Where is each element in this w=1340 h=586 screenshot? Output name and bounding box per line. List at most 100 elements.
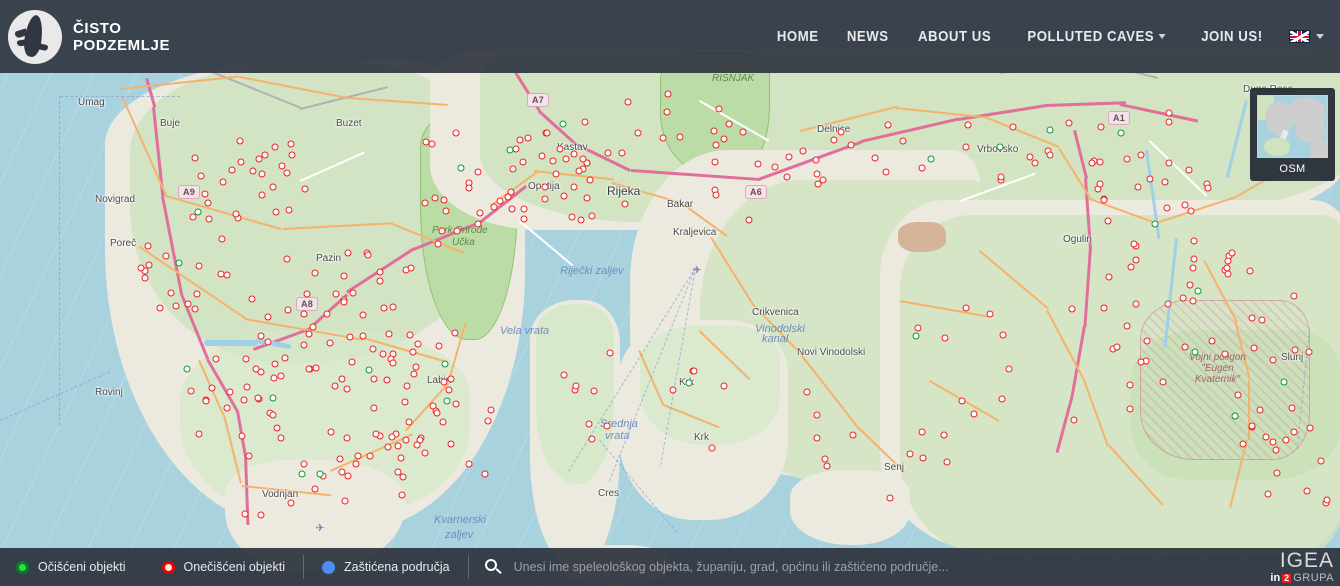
marker-polluted-cave[interactable] xyxy=(453,227,461,235)
marker-polluted-cave[interactable] xyxy=(385,330,393,338)
marker-polluted-cave[interactable] xyxy=(624,98,632,106)
marker-polluted-cave[interactable] xyxy=(277,372,285,380)
marker-polluted-cave[interactable] xyxy=(364,251,372,259)
marker-polluted-cave[interactable] xyxy=(1146,175,1154,183)
marker-polluted-cave[interactable] xyxy=(305,330,313,338)
marker-cleaned-cave[interactable] xyxy=(559,120,567,128)
marker-polluted-cave[interactable] xyxy=(257,332,265,340)
marker-polluted-cave[interactable] xyxy=(344,472,352,480)
nav-item-news[interactable]: NEWS xyxy=(847,28,889,45)
marker-polluted-cave[interactable] xyxy=(1065,119,1073,127)
marker-polluted-cave[interactable] xyxy=(238,432,246,440)
marker-polluted-cave[interactable] xyxy=(715,105,723,113)
marker-polluted-cave[interactable] xyxy=(428,140,436,148)
marker-polluted-cave[interactable] xyxy=(366,452,374,460)
nav-item-join-us[interactable]: JOIN US! xyxy=(1201,28,1262,45)
marker-polluted-cave[interactable] xyxy=(785,153,793,161)
marker-polluted-cave[interactable] xyxy=(1165,159,1173,167)
marker-polluted-cave[interactable] xyxy=(1165,109,1173,117)
marker-polluted-cave[interactable] xyxy=(1269,356,1277,364)
marker-polluted-cave[interactable] xyxy=(359,332,367,340)
marker-polluted-cave[interactable] xyxy=(1009,123,1017,131)
marker-polluted-cave[interactable] xyxy=(232,210,240,218)
nav-item-about-us[interactable]: ABOUT US xyxy=(918,28,991,45)
marker-polluted-cave[interactable] xyxy=(379,350,387,358)
marker-polluted-cave[interactable] xyxy=(191,154,199,162)
marker-cleaned-cave[interactable] xyxy=(175,259,183,267)
marker-polluted-cave[interactable] xyxy=(162,252,170,260)
marker-polluted-cave[interactable] xyxy=(1031,159,1039,167)
marker-polluted-cave[interactable] xyxy=(964,121,972,129)
marker-polluted-cave[interactable] xyxy=(287,140,295,148)
marker-polluted-cave[interactable] xyxy=(481,470,489,478)
marker-polluted-cave[interactable] xyxy=(986,310,994,318)
marker-polluted-cave[interactable] xyxy=(886,494,894,502)
marker-polluted-cave[interactable] xyxy=(1208,337,1216,345)
marker-polluted-cave[interactable] xyxy=(830,136,838,144)
marker-polluted-cave[interactable] xyxy=(184,300,192,308)
marker-polluted-cave[interactable] xyxy=(218,235,226,243)
marker-polluted-cave[interactable] xyxy=(254,394,262,402)
marker-polluted-cave[interactable] xyxy=(336,455,344,463)
marker-polluted-cave[interactable] xyxy=(370,375,378,383)
marker-polluted-cave[interactable] xyxy=(1132,256,1140,264)
marker-cleaned-cave[interactable] xyxy=(443,397,451,405)
marker-polluted-cave[interactable] xyxy=(821,455,829,463)
marker-polluted-cave[interactable] xyxy=(1204,184,1212,192)
marker-polluted-cave[interactable] xyxy=(433,409,441,417)
marker-polluted-cave[interactable] xyxy=(402,436,410,444)
marker-polluted-cave[interactable] xyxy=(958,397,966,405)
marker-polluted-cave[interactable] xyxy=(156,304,164,312)
marker-polluted-cave[interactable] xyxy=(300,310,308,318)
marker-polluted-cave[interactable] xyxy=(941,334,949,342)
marker-polluted-cave[interactable] xyxy=(145,261,153,269)
marker-polluted-cave[interactable] xyxy=(1262,433,1270,441)
marker-polluted-cave[interactable] xyxy=(465,460,473,468)
marker-polluted-cave[interactable] xyxy=(570,150,578,158)
marker-polluted-cave[interactable] xyxy=(1005,365,1013,373)
marker-polluted-cave[interactable] xyxy=(269,411,277,419)
marker-polluted-cave[interactable] xyxy=(1234,391,1242,399)
marker-polluted-cave[interactable] xyxy=(452,129,460,137)
marker-polluted-cave[interactable] xyxy=(410,370,418,378)
marker-polluted-cave[interactable] xyxy=(603,422,611,430)
marker-polluted-cave[interactable] xyxy=(326,339,334,347)
marker-polluted-cave[interactable] xyxy=(812,156,820,164)
marker-polluted-cave[interactable] xyxy=(414,340,422,348)
marker-polluted-cave[interactable] xyxy=(344,249,352,257)
marker-polluted-cave[interactable] xyxy=(664,90,672,98)
marker-polluted-cave[interactable] xyxy=(813,411,821,419)
marker-polluted-cave[interactable] xyxy=(144,242,152,250)
marker-cleaned-cave[interactable] xyxy=(316,470,324,478)
marker-polluted-cave[interactable] xyxy=(397,454,405,462)
marker-polluted-cave[interactable] xyxy=(369,345,377,353)
marker-polluted-cave[interactable] xyxy=(272,208,280,216)
marker-polluted-cave[interactable] xyxy=(201,190,209,198)
marker-polluted-cave[interactable] xyxy=(496,197,504,205)
marker-polluted-cave[interactable] xyxy=(412,363,420,371)
marker-polluted-cave[interactable] xyxy=(359,311,367,319)
marker-polluted-cave[interactable] xyxy=(1186,281,1194,289)
marker-polluted-cave[interactable] xyxy=(376,268,384,276)
marker-cleaned-cave[interactable] xyxy=(365,366,373,374)
marker-polluted-cave[interactable] xyxy=(970,410,978,418)
marker-polluted-cave[interactable] xyxy=(588,212,596,220)
marker-polluted-cave[interactable] xyxy=(708,444,716,452)
marker-polluted-cave[interactable] xyxy=(249,167,257,175)
marker-polluted-cave[interactable] xyxy=(348,358,356,366)
marker-polluted-cave[interactable] xyxy=(490,203,498,211)
marker-polluted-cave[interactable] xyxy=(399,473,407,481)
marker-polluted-cave[interactable] xyxy=(676,133,684,141)
marker-polluted-cave[interactable] xyxy=(445,386,453,394)
map-canvas[interactable]: ✈ ✈ ✈ UmagBujeBuzetNovigradPorečPazinRov… xyxy=(0,0,1340,586)
marker-polluted-cave[interactable] xyxy=(285,206,293,214)
marker-polluted-cave[interactable] xyxy=(1137,151,1145,159)
marker-polluted-cave[interactable] xyxy=(1248,422,1256,430)
marker-polluted-cave[interactable] xyxy=(1134,183,1142,191)
marker-polluted-cave[interactable] xyxy=(389,303,397,311)
marker-polluted-cave[interactable] xyxy=(1126,381,1134,389)
marker-polluted-cave[interactable] xyxy=(621,200,629,208)
marker-polluted-cave[interactable] xyxy=(252,365,260,373)
marker-polluted-cave[interactable] xyxy=(579,155,587,163)
marker-polluted-cave[interactable] xyxy=(405,418,413,426)
